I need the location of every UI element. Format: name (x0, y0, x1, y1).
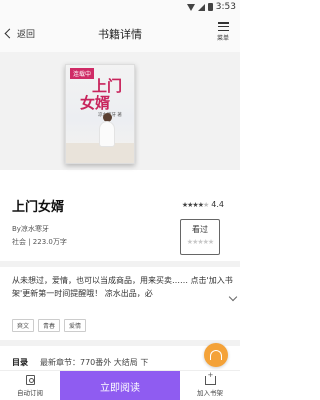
subscribe-icon (25, 375, 35, 385)
rate-stars[interactable]: ★★★★★ (181, 238, 219, 246)
headphones-icon (210, 350, 222, 360)
wifi-icon (186, 3, 195, 11)
book-cover[interactable]: 连载中 上门 女婿 凉水寒牙 著 (65, 64, 135, 164)
battery-icon (207, 3, 213, 11)
cover-status-tag: 连载中 (70, 68, 95, 79)
status-indicators: 3:53 (186, 2, 236, 12)
bookshelf-add-icon (204, 371, 216, 385)
rate-label: 看过 (192, 225, 208, 234)
rating-score: 4.4 (211, 200, 224, 209)
cover-title-line2: 女婿 (80, 94, 111, 112)
cover-figure-art (96, 113, 118, 149)
rating-stars: ★★★★★ (181, 200, 209, 209)
rating: ★★★★★ 4.4 (182, 200, 224, 209)
toc-label: 目录 (12, 358, 28, 367)
meta-line: 社会 | 223.0万字 (12, 238, 67, 246)
read-now-button[interactable]: 立即阅读 (60, 371, 180, 400)
tag-list: 爽文 青春 爱情 (12, 319, 87, 332)
author-line: By凉水寒牙 (12, 225, 49, 233)
tag-item[interactable]: 青春 (38, 319, 61, 332)
app-header: 返回 书籍详情 菜单 (0, 16, 240, 52)
status-bar: 3:53 (0, 0, 240, 16)
rate-button[interactable]: 看过 ★★★★★ (180, 219, 220, 255)
menu-icon (217, 22, 229, 31)
add-shelf-label: 加入书架 (197, 389, 223, 397)
latest-chapter: 最新章节：770番外 大结局 下 (40, 358, 149, 367)
page-title: 书籍详情 (98, 28, 142, 41)
bottom-action-bar: 自动订阅 立即阅读 加入书架 (0, 370, 240, 400)
menu-button[interactable]: 菜单 (212, 22, 234, 42)
status-time: 3:53 (215, 2, 236, 12)
section-divider (0, 261, 240, 267)
auto-subscribe-label: 自动订阅 (17, 389, 43, 397)
listen-fab-button[interactable] (204, 343, 228, 367)
tag-item[interactable]: 爱情 (64, 319, 87, 332)
add-shelf-button[interactable]: 加入书架 (185, 371, 235, 397)
auto-subscribe-button[interactable]: 自动订阅 (5, 375, 55, 397)
signal-icon (197, 3, 205, 11)
toc-row[interactable]: 目录 最新章节：770番外 大结局 下 (12, 357, 148, 368)
menu-label: 菜单 (216, 35, 229, 42)
section-divider (0, 340, 240, 346)
book-description: 从未想过，爱情，也可以当成商品，用来买卖…… 点击'加入书架'更新第一时间提醒哦… (12, 276, 233, 298)
book-title: 上门女婿 (12, 200, 65, 215)
tag-item[interactable]: 爽文 (12, 319, 35, 332)
